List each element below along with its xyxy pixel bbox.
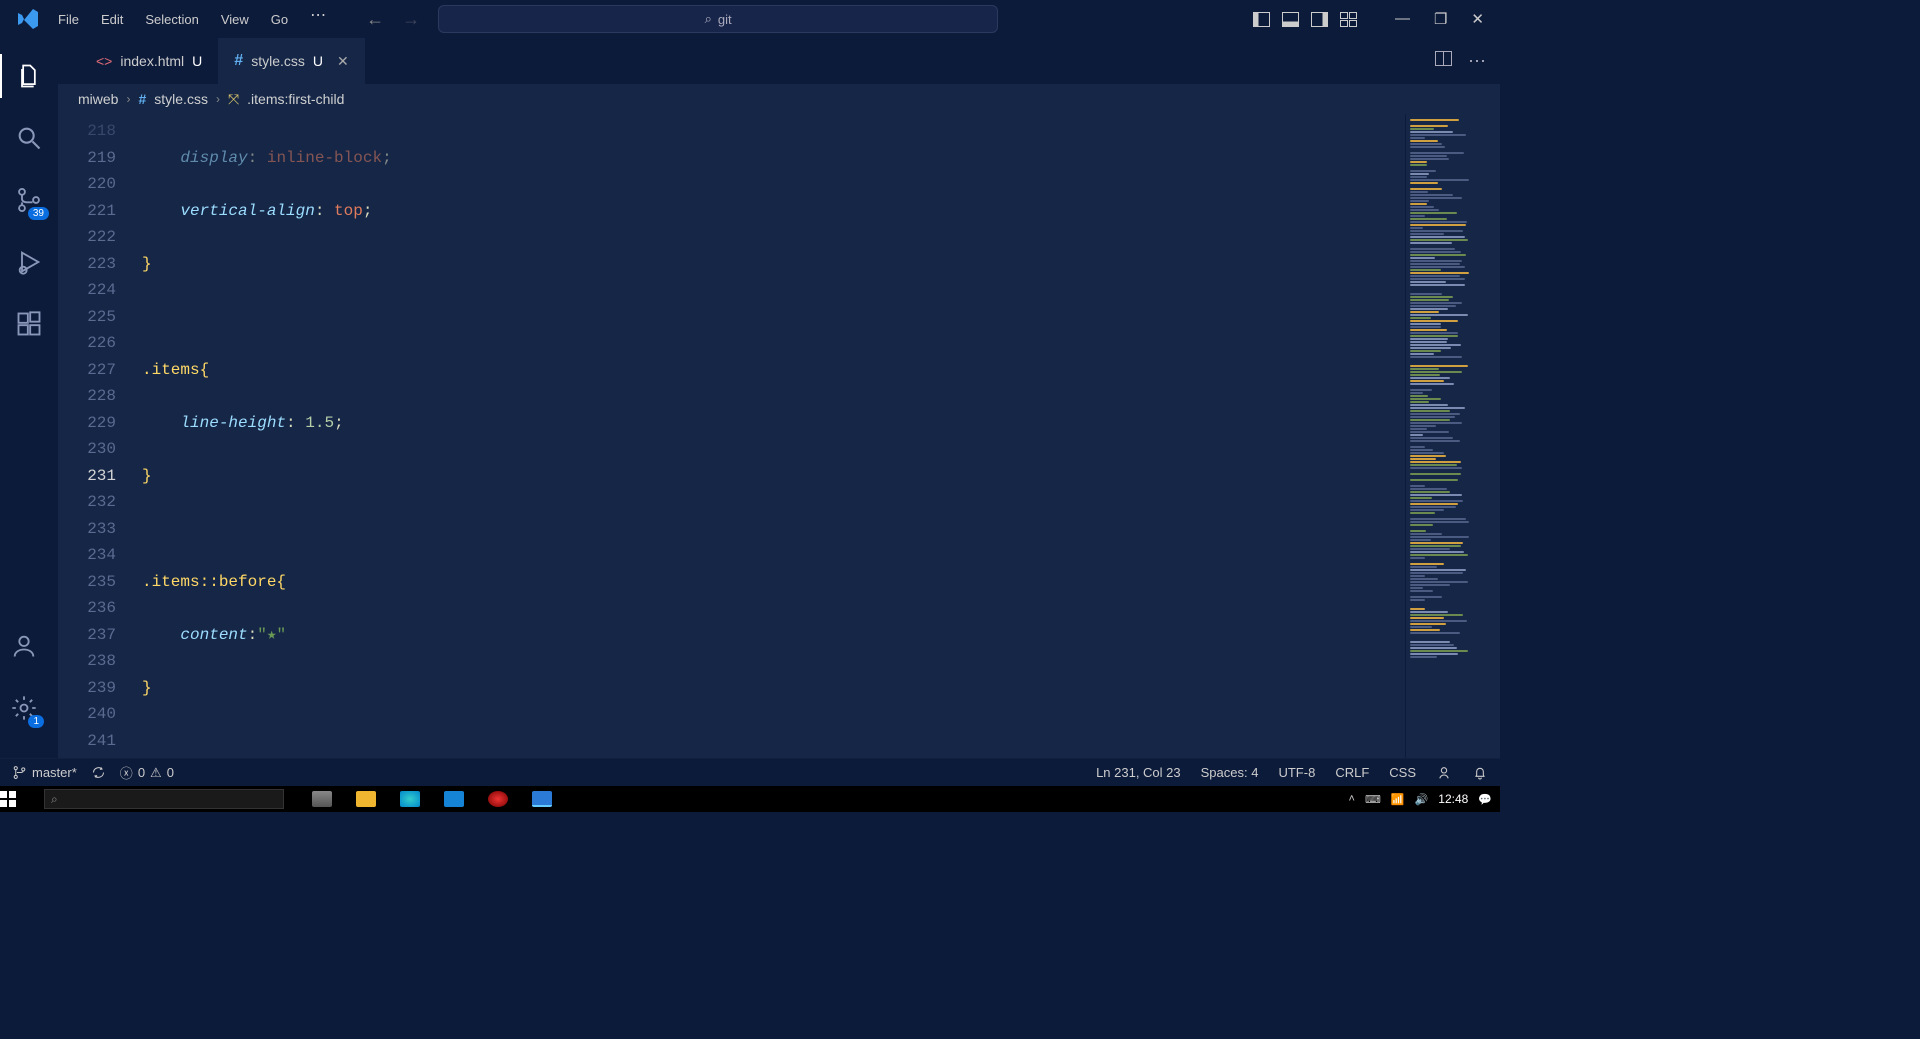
run-debug-icon[interactable] (5, 238, 53, 286)
taskbar-apps (312, 791, 552, 807)
status-spaces[interactable]: Spaces: 4 (1201, 765, 1259, 780)
menu-selection[interactable]: Selection (135, 6, 208, 33)
extensions-icon[interactable] (5, 300, 53, 348)
status-feedback-icon[interactable] (1436, 765, 1452, 781)
menu-bar: File Edit Selection View Go ⋯ (48, 6, 336, 33)
settings-gear-icon[interactable]: 1 (0, 684, 48, 732)
nav-arrows: ← → (366, 9, 420, 30)
toggle-secondary-sidebar-icon[interactable] (1311, 12, 1328, 27)
taskbar-app-vscode[interactable] (532, 791, 552, 807)
status-bar: master* ⓧ0 ⚠0 Ln 231, Col 23 Spaces: 4 U… (0, 758, 1500, 786)
menu-more-icon[interactable]: ⋯ (300, 6, 336, 33)
nav-back-icon[interactable]: ← (366, 9, 384, 30)
tab-modified-badge: U (192, 53, 202, 69)
tab-index-html[interactable]: <> index.html U (80, 38, 218, 84)
command-center[interactable]: ⌕ git (438, 5, 998, 33)
status-line-col[interactable]: Ln 231, Col 23 (1096, 765, 1181, 780)
title-bar: File Edit Selection View Go ⋯ ← → ⌕ git … (0, 0, 1500, 38)
minimap[interactable] (1405, 114, 1500, 758)
taskbar-app-explorer[interactable] (356, 791, 376, 807)
more-actions-icon[interactable]: ⋯ (1468, 51, 1486, 72)
system-tray[interactable]: ˄ ⌨ 📶 🔊 12:48 💬 (1349, 792, 1500, 806)
breadcrumbs[interactable]: miweb › # style.css › ⤧ .items:first-chi… (58, 84, 1500, 114)
html-file-icon: <> (96, 53, 112, 69)
window-minimize-icon[interactable]: — (1395, 10, 1410, 28)
accounts-icon[interactable] (0, 622, 48, 670)
menu-view[interactable]: View (211, 6, 259, 33)
tray-chevron-icon[interactable]: ˄ (1349, 793, 1355, 805)
taskbar-search[interactable]: ⌕ (44, 789, 284, 809)
tab-close-icon[interactable]: ✕ (337, 53, 349, 70)
toggle-primary-sidebar-icon[interactable] (1253, 12, 1270, 27)
tab-label: style.css (251, 53, 305, 69)
tab-bar: <> index.html U # style.css U ✕ ⋯ (58, 38, 1500, 84)
taskbar-app-edge[interactable] (400, 791, 420, 807)
tab-label: index.html (120, 53, 184, 69)
tray-notifications-icon[interactable]: 💬 (1478, 793, 1492, 806)
customize-layout-icon[interactable] (1340, 12, 1357, 27)
activity-bar: 39 1 (0, 38, 58, 758)
layout-controls (1253, 12, 1357, 27)
settings-badge: 1 (28, 715, 44, 728)
taskbar-clock[interactable]: 12:48 (1438, 792, 1468, 806)
taskbar-app-store[interactable] (444, 791, 464, 807)
status-eol[interactable]: CRLF (1335, 765, 1369, 780)
toggle-panel-icon[interactable] (1282, 12, 1299, 27)
menu-edit[interactable]: Edit (91, 6, 133, 33)
search-panel-icon[interactable] (5, 114, 53, 162)
taskbar-app-opera[interactable] (488, 791, 508, 807)
tab-modified-badge: U (313, 53, 323, 69)
nav-forward-icon[interactable]: → (402, 9, 420, 30)
source-control-icon[interactable]: 39 (5, 176, 53, 224)
split-editor-icon[interactable] (1435, 51, 1452, 72)
status-language[interactable]: CSS (1389, 765, 1416, 780)
tray-volume-icon[interactable]: 🔊 (1415, 793, 1429, 806)
explorer-icon[interactable] (5, 52, 53, 100)
tab-style-css[interactable]: # style.css U ✕ (218, 38, 364, 84)
code-content[interactable]: display: inline-block; vertical-align: t… (132, 114, 1405, 758)
window-close-icon[interactable]: ✕ (1471, 10, 1484, 28)
breadcrumb-file[interactable]: style.css (154, 91, 208, 107)
line-numbers: 218 219 220 221 222 223 224 225 226 227 … (58, 114, 132, 758)
scm-badge: 39 (28, 207, 49, 220)
chevron-right-icon: › (126, 92, 130, 106)
menu-file[interactable]: File (48, 6, 89, 33)
search-icon: ⌕ (705, 11, 712, 27)
taskbar-app-taskview[interactable] (312, 791, 332, 807)
tray-keyboard-icon[interactable]: ⌨ (1365, 793, 1381, 806)
status-sync-icon[interactable] (91, 765, 106, 780)
css-file-icon: # (234, 52, 243, 70)
error-icon: ⓧ (120, 763, 133, 782)
status-problems[interactable]: ⓧ0 ⚠0 (120, 763, 174, 782)
status-branch[interactable]: master* (12, 765, 77, 780)
tray-wifi-icon[interactable]: 📶 (1391, 793, 1405, 806)
breadcrumb-folder[interactable]: miweb (78, 91, 118, 107)
status-bell-icon[interactable] (1472, 765, 1488, 781)
chevron-right-icon: › (216, 92, 220, 106)
css-file-icon: # (138, 91, 146, 107)
css-rule-icon: ⤧ (228, 91, 239, 108)
status-encoding[interactable]: UTF-8 (1278, 765, 1315, 780)
editor-area: <> index.html U # style.css U ✕ ⋯ miweb … (58, 38, 1500, 758)
warning-icon: ⚠ (150, 765, 162, 781)
code-editor[interactable]: 218 219 220 221 222 223 224 225 226 227 … (58, 114, 1500, 758)
start-button[interactable] (0, 791, 40, 807)
command-center-text: git (718, 12, 732, 27)
menu-go[interactable]: Go (261, 6, 298, 33)
windows-taskbar: ⌕ ˄ ⌨ 📶 🔊 12:48 💬 (0, 786, 1500, 812)
breadcrumb-symbol[interactable]: .items:first-child (247, 91, 344, 107)
window-restore-icon[interactable]: ❐ (1434, 10, 1447, 28)
vscode-logo-icon (16, 7, 40, 31)
